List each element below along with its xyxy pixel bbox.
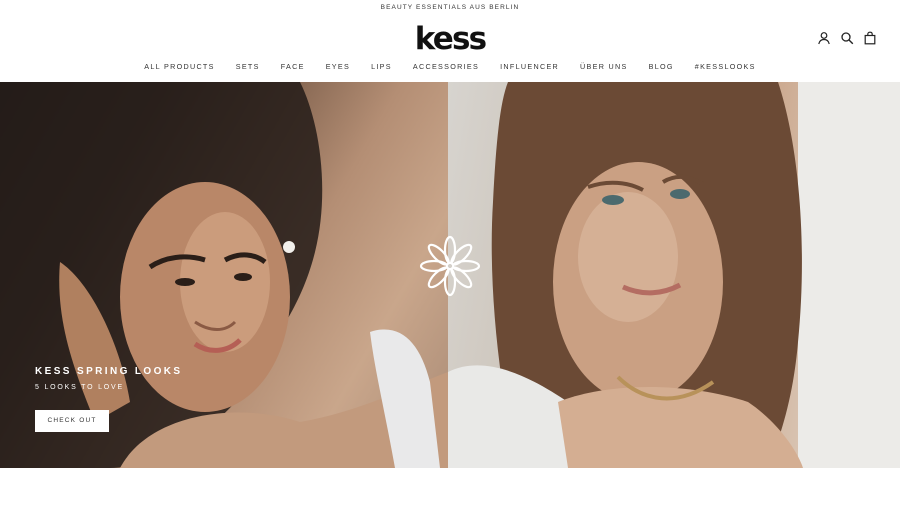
nav-blog[interactable]: BLOG: [638, 62, 684, 71]
nav-eyes[interactable]: EYES: [315, 62, 360, 71]
nav-accessories[interactable]: ACCESSORIES: [402, 62, 489, 71]
flower-logo-icon: [419, 235, 481, 297]
hero-image-right: [448, 82, 900, 468]
hero-text: KESS SPRING LOOKS 5 LOOKS TO LOVE: [35, 366, 183, 391]
hero-title: KESS SPRING LOOKS: [35, 366, 183, 377]
nav-lips[interactable]: LIPS: [361, 62, 403, 71]
portrait-right-illustration: [448, 82, 900, 468]
check-out-button[interactable]: CHECK OUT: [35, 410, 109, 432]
main-navigation: ALL PRODUCTS SETS FACE EYES LIPS ACCESSO…: [0, 62, 900, 71]
header-icons: [817, 31, 877, 45]
nav-all-products[interactable]: ALL PRODUCTS: [134, 62, 225, 71]
cart-icon[interactable]: [863, 31, 877, 45]
nav-influencer[interactable]: INFLUENCER: [490, 62, 570, 71]
nav-about-us[interactable]: ÜBER UNS: [570, 62, 639, 71]
nav-kesslooks[interactable]: #KESSLOOKS: [684, 62, 766, 71]
nav-face[interactable]: FACE: [270, 62, 315, 71]
search-icon[interactable]: [840, 31, 854, 45]
nav-sets[interactable]: SETS: [225, 62, 270, 71]
hero-slideshow[interactable]: KESS SPRING LOOKS 5 LOOKS TO LOVE CHECK …: [0, 82, 900, 468]
site-logo[interactable]: kess: [0, 24, 900, 55]
hero-subtitle: 5 LOOKS TO LOVE: [35, 384, 124, 391]
account-icon[interactable]: [817, 31, 831, 45]
announcement-bar: BEAUTY ESSENTIALS AUS BERLIN: [380, 4, 520, 11]
